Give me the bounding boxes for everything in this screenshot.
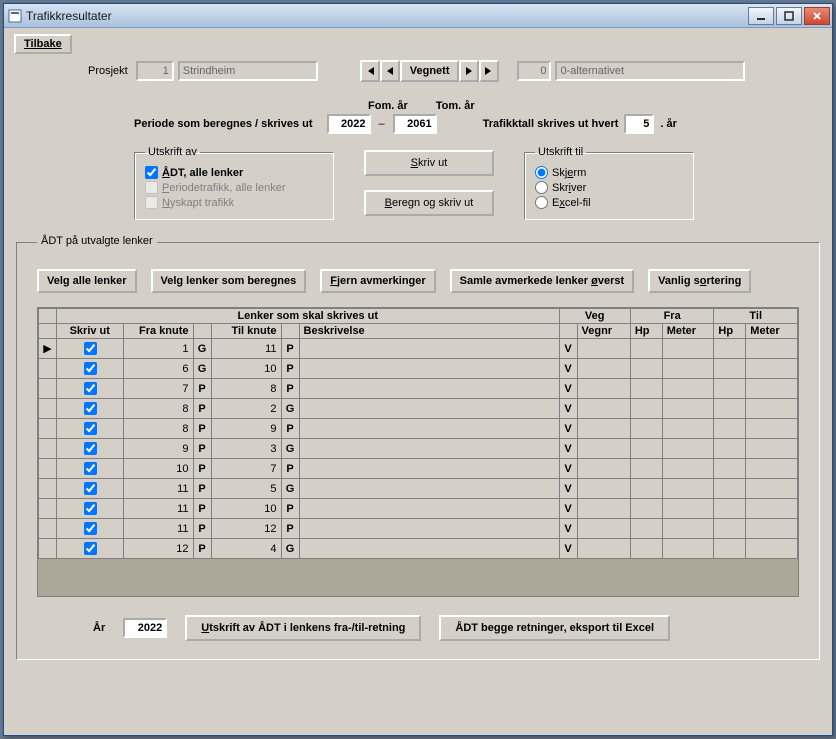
col-hp2: Hp [714, 324, 746, 339]
print-of-group: Utskrift av ÅDT, alle lenker Periodetraf… [134, 146, 334, 220]
col-hp1: Hp [630, 324, 662, 339]
print-both-button[interactable]: ÅDT begge retninger, eksport til Excel [439, 615, 670, 641]
window-title: Trafikkresultater [26, 9, 748, 23]
close-button[interactable] [804, 7, 830, 25]
table-row[interactable]: ▶1G11PV [39, 339, 798, 359]
project-id [136, 61, 174, 81]
print-to-excel[interactable]: Excel-fil [535, 196, 683, 209]
col-meter1: Meter [662, 324, 714, 339]
nav-first-button[interactable] [360, 60, 380, 82]
table-row[interactable]: 8P2GV [39, 399, 798, 419]
row-checkbox[interactable] [84, 522, 97, 535]
print-to-legend: Utskrift til [535, 146, 586, 158]
grid-group-fra: Fra [630, 309, 714, 324]
nav-prev-button[interactable] [380, 60, 400, 82]
print-button[interactable]: Skriv ut [364, 150, 494, 176]
select-calc-button[interactable]: Velg lenker som beregnes [151, 269, 307, 293]
grid-group-til: Til [714, 309, 798, 324]
every-label-post: . år [660, 118, 677, 130]
col-skriv: Skriv ut [57, 324, 124, 339]
calc-print-button[interactable]: Beregn og skriv ut [364, 190, 494, 216]
table-row[interactable]: 6G10PV [39, 359, 798, 379]
select-all-button[interactable]: Velg alle lenker [37, 269, 137, 293]
row-checkbox[interactable] [84, 462, 97, 475]
nav-last-button[interactable] [479, 60, 499, 82]
maximize-button[interactable] [776, 7, 802, 25]
alt-name [555, 61, 745, 81]
print-of-adt[interactable]: ÅDT, alle lenker [145, 166, 323, 179]
print-of-new-checkbox [145, 196, 158, 209]
col-besk: Beskrivelse [299, 324, 559, 339]
row-checkbox[interactable] [84, 342, 97, 355]
print-of-new: Nyskapt trafikk [145, 196, 323, 209]
period-dash: – [379, 118, 385, 130]
table-row[interactable]: 10P7PV [39, 459, 798, 479]
year-label: År [93, 622, 105, 634]
clear-button[interactable]: Fjern avmerkinger [320, 269, 435, 293]
back-button[interactable]: Tilbake [14, 34, 72, 54]
project-label: Prosjekt [88, 65, 128, 77]
selection-group: ÅDT på utvalgte lenker Velg alle lenker … [16, 242, 820, 660]
table-row[interactable]: 11P12PV [39, 519, 798, 539]
gather-top-button[interactable]: Samle avmerkede lenker øverst [450, 269, 635, 293]
every-input[interactable] [624, 114, 654, 134]
row-checkbox[interactable] [84, 542, 97, 555]
print-to-screen-radio[interactable] [535, 166, 548, 179]
col-vegnr: Vegnr [577, 324, 630, 339]
print-to-screen[interactable]: Skjerm [535, 166, 683, 179]
sort-button[interactable]: Vanlig sortering [648, 269, 751, 293]
print-to-group: Utskrift til Skjerm Skriver Excel-fil [524, 146, 694, 220]
alt-id [517, 61, 551, 81]
print-fra-til-button[interactable]: Utskrift av ÅDT i lenkens fra-/til-retni… [185, 615, 421, 641]
row-checkbox[interactable] [84, 482, 97, 495]
from-year-input[interactable] [327, 114, 371, 134]
row-checkbox[interactable] [84, 402, 97, 415]
table-row[interactable]: 11P5GV [39, 479, 798, 499]
year-input[interactable] [123, 618, 167, 638]
minimize-button[interactable] [748, 7, 774, 25]
table-row[interactable]: 7P8PV [39, 379, 798, 399]
titlebar: Trafikkresultater [4, 4, 832, 28]
to-year-input[interactable] [393, 114, 437, 134]
nav-next-button[interactable] [459, 60, 479, 82]
table-row[interactable]: 12P4GV [39, 539, 798, 559]
grid-group-left: Lenker som skal skrives ut [57, 309, 560, 324]
selection-legend: ÅDT på utvalgte lenker [37, 235, 157, 247]
row-checkbox[interactable] [84, 422, 97, 435]
period-label: Periode som beregnes / skrives ut [134, 118, 313, 130]
from-year-label: Fom. år [368, 100, 408, 112]
print-of-period: Periodetrafikk, alle lenker [145, 181, 323, 194]
col-fra: Fra knute [123, 324, 193, 339]
row-checkbox[interactable] [84, 382, 97, 395]
project-name [178, 61, 318, 81]
every-label-pre: Trafikktall skrives ut hvert [483, 118, 619, 130]
col-til: Til knute [211, 324, 281, 339]
table-row[interactable]: 8P9PV [39, 419, 798, 439]
grid-group-veg: Veg [559, 309, 630, 324]
table-row[interactable]: 11P10PV [39, 499, 798, 519]
nav-label: Vegnett [400, 60, 460, 82]
row-checkbox[interactable] [84, 442, 97, 455]
to-year-label: Tom. år [436, 100, 475, 112]
table-row[interactable]: 9P3GV [39, 439, 798, 459]
print-of-adt-checkbox[interactable] [145, 166, 158, 179]
app-window: Trafikkresultater Tilbake Prosjekt Vegne… [3, 3, 833, 736]
col-meter2: Meter [746, 324, 798, 339]
app-icon [8, 9, 22, 23]
links-grid[interactable]: Lenker som skal skrives ut Veg Fra Til S… [37, 307, 799, 597]
row-checkbox[interactable] [84, 362, 97, 375]
print-of-period-checkbox [145, 181, 158, 194]
row-checkbox[interactable] [84, 502, 97, 515]
print-of-legend: Utskrift av [145, 146, 200, 158]
print-to-printer-radio[interactable] [535, 181, 548, 194]
print-to-excel-radio[interactable] [535, 196, 548, 209]
print-to-printer[interactable]: Skriver [535, 181, 683, 194]
